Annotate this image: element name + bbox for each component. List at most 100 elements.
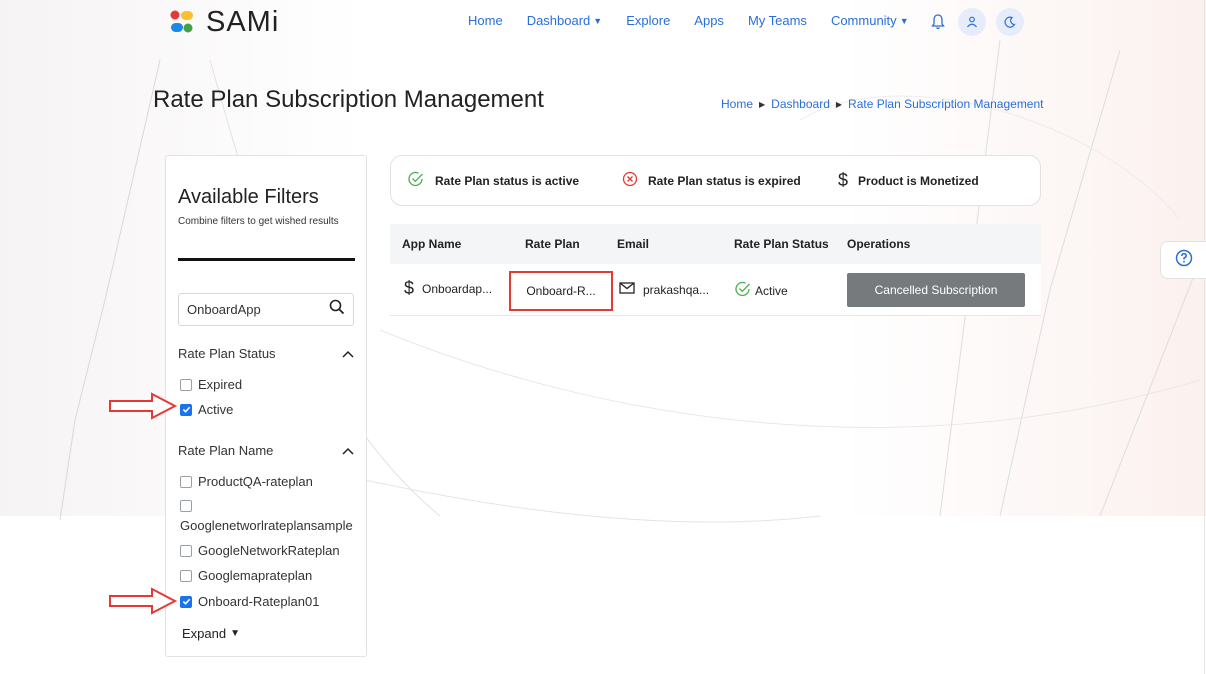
expand-button[interactable]: Expand ▼: [182, 626, 240, 641]
checkbox-active[interactable]: [180, 403, 192, 416]
filters-divider: [178, 258, 355, 261]
chevron-down-icon: ▼: [593, 15, 603, 26]
breadcrumb: Home ▶ Dashboard ▶ Rate Plan Subscriptio…: [721, 97, 1044, 111]
legend-monetized: $ Product is Monetized: [838, 170, 979, 191]
column-header-operations: Operations: [847, 237, 911, 251]
help-icon: [1175, 249, 1193, 272]
filter-option-onboard-rateplan01[interactable]: Onboard-Rateplan01: [180, 594, 319, 609]
breadcrumb-dashboard[interactable]: Dashboard: [771, 97, 830, 111]
nav-home[interactable]: Home: [468, 13, 503, 28]
filter-option-googlemaprateplan[interactable]: Googlemaprateplan: [180, 568, 312, 583]
status-legend: Rate Plan status is active Rate Plan sta…: [390, 155, 1041, 206]
filter-option-googlenetworlrateplansample[interactable]: Googlenetworlrateplansample: [180, 500, 353, 533]
legend-expired: Rate Plan status is expired: [622, 171, 801, 190]
filter-option-label: ProductQA-rateplan: [198, 474, 313, 489]
search-icon[interactable]: [329, 299, 345, 320]
nav-home-label: Home: [468, 13, 503, 28]
column-header-rate-plan: Rate Plan: [525, 237, 580, 251]
filter-option-productqa[interactable]: ProductQA-rateplan: [180, 474, 313, 489]
checkbox-googlemaprateplan[interactable]: [180, 569, 192, 582]
nav-dashboard-label: Dashboard: [526, 13, 591, 28]
app-name-value[interactable]: Onboardap...: [422, 282, 492, 296]
cell-rate-plan[interactable]: Onboard-R...: [509, 271, 613, 311]
filter-search-input[interactable]: [187, 302, 317, 317]
nav-icons: [928, 8, 1024, 36]
help-button[interactable]: [1160, 241, 1206, 279]
nav-explore[interactable]: Explore: [626, 13, 670, 28]
breadcrumb-separator-icon: ▶: [759, 99, 766, 109]
name-section-label: Rate Plan Name: [178, 443, 274, 458]
table-header: App Name Rate Plan Email Rate Plan Statu…: [390, 224, 1041, 264]
checkbox-googlenetworlrateplansample[interactable]: [180, 500, 192, 512]
breadcrumb-home[interactable]: Home: [721, 97, 753, 111]
nav-apps[interactable]: Apps: [694, 13, 724, 28]
main-nav: Home Dashboard ▼ Explore Apps My Teams Co…: [468, 13, 933, 28]
status-section-header[interactable]: Rate Plan Status: [178, 346, 354, 361]
mail-icon: [619, 282, 635, 297]
moon-icon[interactable]: [996, 8, 1024, 36]
column-header-app-name: App Name: [402, 237, 462, 251]
cell-app-name: $ Onboardap...: [404, 278, 492, 299]
top-navigation: SAMi Home Dashboard ▼ Explore Apps My Tea…: [0, 0, 1206, 46]
filter-option-label: Googlemaprateplan: [198, 568, 313, 583]
subscriptions-table: App Name Rate Plan Email Rate Plan Statu…: [390, 224, 1041, 316]
filter-option-active[interactable]: Active: [180, 402, 233, 417]
filters-panel: Available Filters Combine filters to get…: [165, 155, 367, 657]
page-edge: [1204, 0, 1205, 674]
table-row: $ Onboardap... Onboard-R... prakashqa...…: [390, 264, 1041, 316]
nav-dashboard[interactable]: Dashboard ▼: [527, 13, 603, 28]
nav-community-label: Community: [830, 13, 897, 28]
breadcrumb-separator-icon: ▶: [835, 99, 843, 109]
rate-plan-value: Onboard-R...: [526, 284, 596, 298]
annotation-arrow-icon: [109, 392, 178, 420]
chevron-down-icon: ▼: [899, 15, 909, 26]
cancelled-subscription-button[interactable]: Cancelled Subscription: [847, 273, 1025, 307]
user-icon[interactable]: [958, 8, 986, 36]
filter-option-label: Active: [198, 402, 234, 417]
filter-option-label: GoogleNetworkRateplan: [198, 543, 340, 558]
sami-logo-icon: [170, 10, 194, 36]
column-header-status: Rate Plan Status: [734, 237, 829, 251]
dollar-icon: $: [838, 170, 849, 190]
check-circle-icon: [734, 280, 752, 301]
nav-my-teams[interactable]: My Teams: [748, 13, 807, 28]
filter-option-label: Googlenetworlrateplansample: [180, 518, 353, 533]
dollar-icon: $: [404, 278, 415, 298]
nav-apps-label: Apps: [694, 13, 724, 28]
name-section-header[interactable]: Rate Plan Name: [178, 443, 354, 458]
logo[interactable]: SAMi: [170, 6, 279, 39]
checkbox-expired[interactable]: [180, 378, 192, 391]
page-title: Rate Plan Subscription Management: [153, 86, 544, 113]
cell-email: prakashqa...: [619, 282, 709, 297]
nav-my-teams-label: My Teams: [747, 13, 807, 28]
status-section-label: Rate Plan Status: [178, 346, 276, 361]
checkbox-productqa[interactable]: [180, 475, 192, 488]
breadcrumb-current[interactable]: Rate Plan Subscription Management: [848, 97, 1043, 111]
expand-label: Expand: [182, 626, 227, 641]
filter-search-box: [178, 293, 354, 326]
status-value: Active: [755, 283, 788, 298]
email-value: prakashqa...: [643, 282, 710, 297]
filter-option-label: Onboard-Rateplan01: [198, 594, 320, 609]
chevron-up-icon[interactable]: [342, 346, 354, 361]
nav-community[interactable]: Community ▼: [831, 13, 909, 28]
x-circle-icon: [622, 171, 638, 190]
checkbox-googlenetworkrateplan[interactable]: [180, 544, 192, 557]
filter-option-googlenetworkrateplan[interactable]: GoogleNetworkRateplan: [180, 543, 340, 558]
filters-title: Available Filters: [178, 186, 319, 208]
checkbox-onboard-rateplan01[interactable]: [180, 595, 192, 608]
nav-explore-label: Explore: [626, 13, 671, 28]
cell-status: Active: [734, 280, 788, 301]
chevron-up-icon[interactable]: [342, 443, 354, 458]
column-header-email: Email: [617, 237, 650, 251]
legend-active: Rate Plan status is active: [407, 170, 579, 191]
legend-active-label: Rate Plan status is active: [435, 173, 580, 188]
bell-icon[interactable]: [928, 8, 948, 36]
filters-subtitle: Combine filters to get wished results: [178, 216, 339, 227]
caret-down-icon: ▼: [230, 628, 240, 639]
check-circle-icon: [407, 170, 425, 191]
legend-monetized-label: Product is Monetized: [858, 173, 979, 188]
filter-option-label: Expired: [198, 377, 243, 392]
filter-option-expired[interactable]: Expired: [180, 377, 242, 392]
app-name: SAMi: [206, 6, 280, 38]
